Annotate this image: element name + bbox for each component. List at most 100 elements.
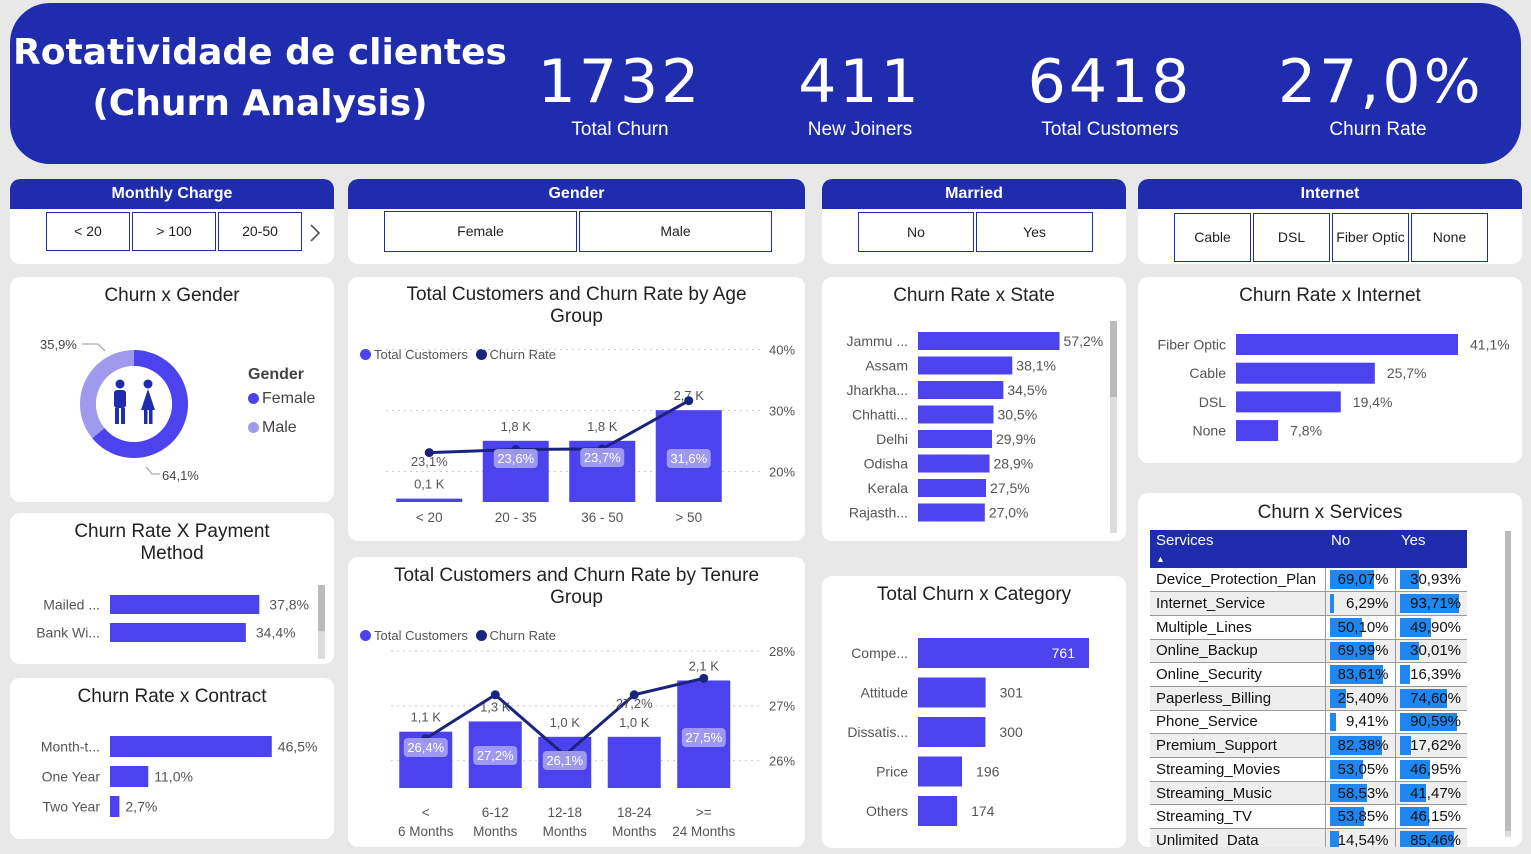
bar-2 (110, 796, 120, 817)
y2-tick-2: 28% (769, 644, 795, 659)
slicer-option-yes[interactable]: Yes (976, 212, 1093, 252)
legend-title: Gender (248, 366, 305, 383)
slicer-option-gt100[interactable]: > 100 (132, 212, 216, 251)
data-label-3: 7,8% (1290, 423, 1322, 439)
axis-label-2: DSL (1199, 394, 1226, 410)
data-label-1: 11,0% (154, 769, 193, 785)
service-name: Device_Protection_Plan (1150, 568, 1325, 593)
table-row[interactable]: Phone_Service 9,41% 90,59% (1150, 710, 1467, 735)
column-header-no[interactable]: No (1325, 530, 1395, 568)
slicer-option-dsl[interactable]: DSL (1253, 213, 1330, 262)
bar-1 (918, 677, 986, 708)
scrollbar[interactable] (1110, 321, 1117, 533)
column-header-services[interactable]: Services ▲ (1150, 530, 1325, 568)
table-row[interactable]: Streaming_Movies 53,05% 46,95% (1150, 757, 1467, 782)
legend-item-male[interactable]: Male (248, 419, 297, 437)
y2-tick-0: 26% (769, 754, 795, 769)
data-label-2: 300 (999, 724, 1023, 740)
axis-label-3: Chhatti... (852, 407, 908, 423)
table-row[interactable]: Paperless_Billing 25,40% 74,60% (1150, 686, 1467, 711)
data-label-no: 82,38% (1337, 737, 1389, 755)
tenure-combo-chart: 26%27%28%1,1 K<6 Months1,3 K6-12Months1,… (391, 644, 795, 839)
cell-no: 69,07% (1324, 568, 1395, 593)
kpi-total-customers: 6418 Total Customers (1020, 47, 1200, 141)
service-name: Online_Security (1150, 662, 1325, 687)
category-bars: Compe... 761 Attitude 301 Dissatis... 300 Pric… (847, 638, 1089, 826)
slicer-option-20-50[interactable]: 20-50 (218, 212, 302, 251)
bar-0 (110, 595, 260, 614)
kpi-label: Total Churn (571, 119, 669, 140)
data-label-no: 6,29% (1345, 595, 1389, 613)
data-bar-yes (1399, 665, 1410, 684)
scrollbar[interactable] (318, 585, 325, 659)
people-icon (96, 366, 172, 442)
axis-label-1-0: 6-12 (482, 805, 509, 820)
axis-label-0: Fiber Optic (1158, 337, 1226, 353)
kpi-new-joiners: 411 New Joiners (770, 47, 950, 141)
legend-item-female[interactable]: Female (248, 390, 315, 408)
data-label-no: 14,54% (1337, 831, 1389, 847)
cell-yes: 41,47% (1394, 781, 1467, 806)
bar-1 (110, 623, 246, 642)
table-row[interactable]: Unlimited_Data 14,54% 85,46% (1150, 828, 1467, 847)
data-label-no: 50,10% (1337, 618, 1389, 636)
data-label-total-3: 1,0 K (619, 715, 650, 730)
axis-label-1-1: Months (473, 824, 518, 839)
table-row[interactable]: Online_Security 83,61% 16,39% (1150, 662, 1467, 687)
data-label-5: 28,9% (994, 456, 1034, 472)
axis-label-4: Others (866, 803, 908, 819)
slicer-gender: Gender Female Male (348, 179, 805, 264)
kpi-value: 27,0% (1278, 47, 1484, 117)
table-row[interactable]: Multiple_Lines 50,10% 49,90% (1150, 615, 1467, 640)
scrollbar[interactable] (1505, 531, 1511, 837)
data-label-yes: 16,39% (1410, 666, 1461, 684)
axis-label-2-0: 12-18 (547, 805, 582, 820)
data-label-rate-0: 23,1% (411, 454, 448, 469)
table-row[interactable]: Streaming_Music 58,53% 41,47% (1150, 781, 1467, 806)
data-label-rate-3: 27,2% (616, 696, 653, 711)
cell-no: 25,40% (1324, 686, 1395, 711)
slicer-option-lt20[interactable]: < 20 (46, 212, 130, 251)
cell-no: 83,61% (1324, 662, 1395, 687)
bar-0 (110, 736, 272, 757)
cell-yes: 85,46% (1394, 828, 1467, 847)
cell-no: 58,53% (1324, 781, 1395, 806)
axis-label-1: One Year (42, 769, 101, 785)
slicer-option-fiber-optic[interactable]: Fiber Optic (1332, 213, 1409, 262)
data-label-total-1: 1,8 K (501, 419, 532, 434)
page-title-line1: Rotatividade de clientes (13, 32, 507, 73)
slicer-option-male[interactable]: Male (579, 211, 772, 252)
data-label-0: 761 (1052, 645, 1076, 661)
table-row[interactable]: Device_Protection_Plan 69,07% 30,93% (1150, 568, 1467, 593)
axis-label-1: Bank Wi... (36, 625, 100, 641)
axis-label-0: Month-t... (41, 739, 100, 755)
axis-label-3-0: 18-24 (617, 805, 652, 820)
services-table: Services ▲ No Yes Device_Protection_Plan 6… (1150, 530, 1467, 847)
slicer-title: Married (822, 179, 1126, 209)
data-label-total-0: 1,1 K (411, 710, 442, 725)
axis-label-2-0: 36 - 50 (581, 510, 623, 525)
table-row[interactable]: Streaming_TV 53,85% 46,15% (1150, 804, 1467, 830)
table-row[interactable]: Internet_Service 6,29% 93,71% (1150, 591, 1467, 616)
bar-2 (918, 381, 1004, 399)
service-name: Online_Backup (1150, 639, 1325, 664)
churn-rate-line (429, 399, 690, 455)
axis-label-0-1: 6 Months (398, 824, 454, 839)
data-label-rate-0: 26,4% (407, 740, 444, 755)
slicer-option-none[interactable]: None (1411, 213, 1488, 262)
slicer-option-no[interactable]: No (858, 212, 974, 252)
slicer-option-cable[interactable]: Cable (1174, 213, 1251, 262)
bar-2 (918, 717, 986, 747)
axis-label-5: Odisha (864, 456, 909, 472)
column-header-yes[interactable]: Yes (1395, 530, 1467, 568)
data-label-2: 34,5% (1007, 382, 1047, 398)
data-label-2: 2,7% (125, 799, 157, 815)
kpi-label: Total Customers (1041, 119, 1179, 140)
chevron-right-icon[interactable] (308, 223, 322, 243)
slicer-option-female[interactable]: Female (384, 211, 577, 252)
table-row[interactable]: Online_Backup 69,99% 30,01% (1150, 639, 1467, 664)
chart-churn-services: Churn x Services Services ▲ No Yes Device… (1138, 493, 1522, 847)
table-row[interactable]: Premium_Support 82,38% 17,62% (1150, 733, 1467, 758)
axis-label-6: Kerala (868, 480, 909, 496)
bar-0 (918, 332, 1060, 350)
